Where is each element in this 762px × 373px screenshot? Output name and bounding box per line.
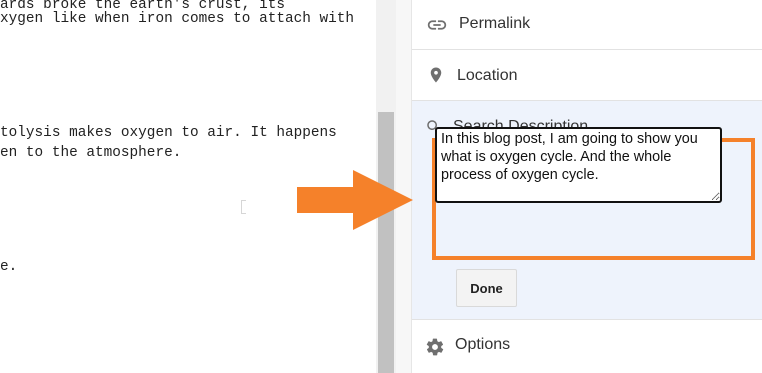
permalink-setting[interactable]: Permalink <box>412 0 762 50</box>
editor-line: e. <box>0 259 18 275</box>
location-label: Location <box>457 67 518 84</box>
options-label: Options <box>455 336 511 353</box>
annotation-arrow-icon <box>297 170 413 230</box>
location-pin-icon <box>430 67 442 83</box>
text-cursor <box>241 200 246 214</box>
editor-line: en to the atmosphere. <box>0 145 182 161</box>
editor-line: xygen like when iron comes to attach wit… <box>0 11 355 27</box>
done-button[interactable]: Done <box>456 269 517 307</box>
editor-line: tolysis makes oxygen to air. It happens <box>0 125 337 141</box>
post-settings-panel: Permalink Location Search Description In… <box>412 0 762 373</box>
search-description-input[interactable]: In this blog post, I am going to show yo… <box>435 127 722 203</box>
gear-icon <box>426 338 444 355</box>
options-setting[interactable]: Options <box>412 320 762 373</box>
search-description-section: Search Description In this blog post, I … <box>412 101 762 320</box>
link-icon <box>427 19 447 30</box>
editor-scrollbar-thumb[interactable] <box>378 112 394 373</box>
location-setting[interactable]: Location <box>412 50 762 101</box>
permalink-label: Permalink <box>459 15 531 32</box>
